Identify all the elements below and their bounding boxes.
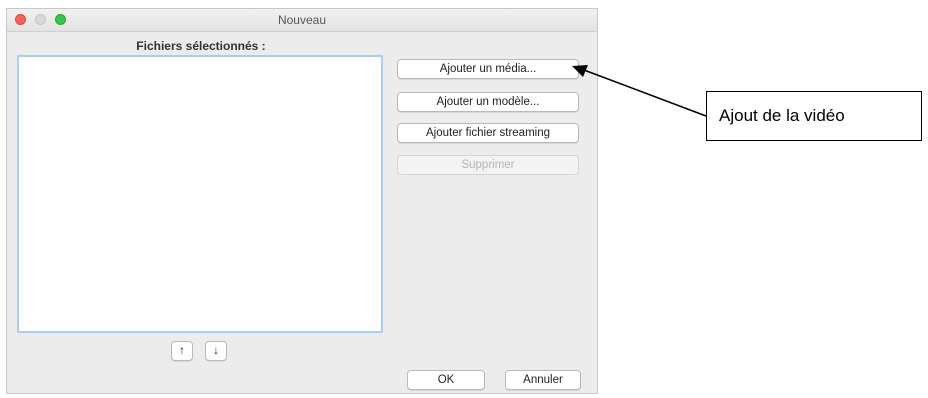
selected-files-label: Fichiers sélectionnés :	[136, 39, 266, 53]
new-dialog-window: Nouveau Fichiers sélectionnés : Ajouter …	[6, 8, 598, 394]
window-title: Nouveau	[277, 13, 327, 27]
title-bar: Nouveau	[7, 9, 597, 32]
add-streaming-file-button[interactable]: Ajouter fichier streaming	[397, 123, 579, 143]
move-down-button[interactable]: ↓	[205, 341, 227, 361]
cancel-button[interactable]: Annuler	[505, 370, 581, 390]
add-media-button[interactable]: Ajouter un média...	[397, 59, 579, 79]
ok-button[interactable]: OK	[407, 370, 485, 390]
move-up-button[interactable]: ↑	[171, 341, 193, 361]
delete-button[interactable]: Supprimer	[397, 155, 579, 175]
add-model-button[interactable]: Ajouter un modèle...	[397, 92, 579, 112]
annotation-callout-box: Ajout de la vidéo	[706, 91, 922, 141]
selected-files-list[interactable]	[17, 55, 383, 333]
